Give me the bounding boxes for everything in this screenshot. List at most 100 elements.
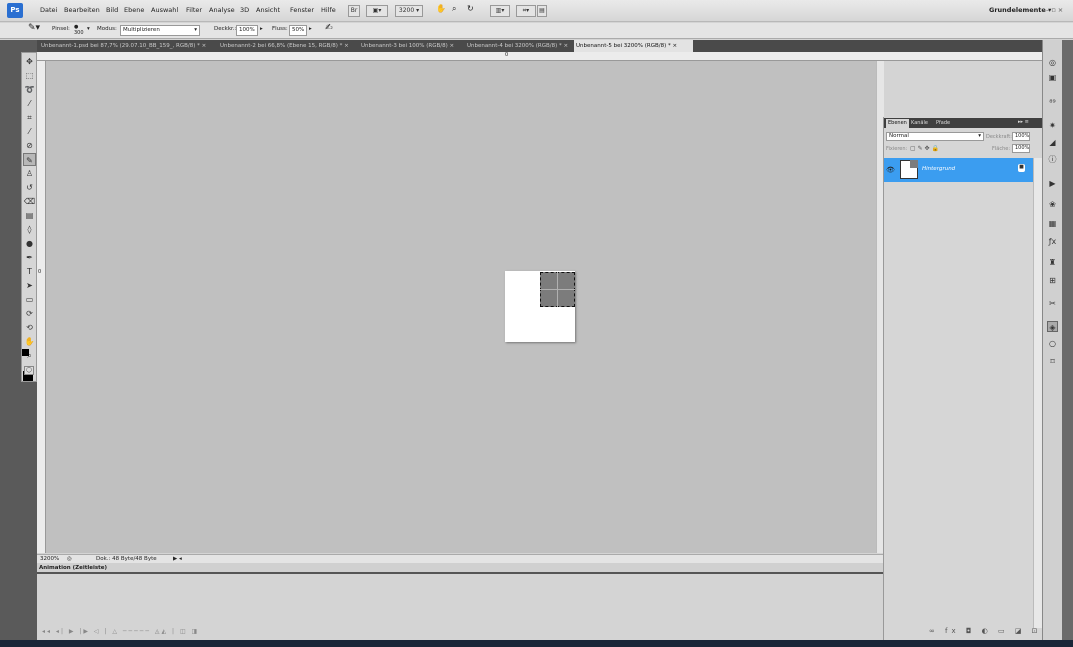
color-icon[interactable]: ❀ xyxy=(1047,199,1058,210)
extras-button[interactable]: ⌗▾ xyxy=(516,5,536,17)
tab-unbenannt-5[interactable]: Unbenannt-5 bei 3200% (RGB/8) * × xyxy=(574,40,693,52)
menu-hilfe[interactable]: Hilfe xyxy=(321,6,336,14)
brush-dropdown-icon[interactable]: ▾ xyxy=(87,26,90,32)
ruler-horizontal[interactable]: 0 xyxy=(37,52,1042,61)
tab-unbenannt-2[interactable]: Unbenannt-2 bei 66,8% (Ebene 15, RGB/8) … xyxy=(218,40,349,52)
path-selection-icon[interactable]: ➤ xyxy=(23,279,36,292)
zoom-status[interactable]: 3200% xyxy=(40,556,59,562)
dodge-tool-icon[interactable]: ● xyxy=(23,237,36,250)
canvas-area[interactable] xyxy=(46,61,884,553)
crop-tool-icon[interactable]: ⌗ xyxy=(23,111,36,124)
eye-icon[interactable]: 👁 xyxy=(886,166,895,174)
masks-icon[interactable]: ◢ xyxy=(1047,137,1058,148)
layers-scrollbar[interactable] xyxy=(1033,158,1042,628)
foreground-color-swatch[interactable] xyxy=(22,349,29,356)
rotate-view-icon[interactable]: ↻ xyxy=(467,4,474,13)
doc-size-info: Dok.: 48 Byte/48 Byte xyxy=(96,556,157,562)
ruler-vertical[interactable]: 0 xyxy=(37,61,46,553)
hand-tool-icon[interactable]: ✋ xyxy=(23,335,36,348)
marquee-tool-icon[interactable]: ⬚ xyxy=(23,69,36,82)
3d-rotate-icon[interactable]: ⟳ xyxy=(23,307,36,320)
menu-auswahl[interactable]: Auswahl xyxy=(151,6,178,14)
brush-tool-icon[interactable]: ✎ xyxy=(23,153,36,166)
arrange-documents-button[interactable]: ▥▾ xyxy=(490,5,510,17)
options-bar: ✎▾ Pinsel: ● 300 ▾ Modus: Multiplizieren ▾… xyxy=(0,23,1073,39)
quick-mask-icon[interactable]: ◯ xyxy=(24,366,34,375)
tab-unbenannt-1[interactable]: Unbenannt-1.psd bei 87,7% (29.07.10_BB_1… xyxy=(39,40,206,52)
tab-pfade[interactable]: Pfade xyxy=(934,119,952,128)
move-tool-icon[interactable]: ✥ xyxy=(23,55,36,68)
airbrush-icon[interactable]: ✍ xyxy=(325,23,333,33)
layers-icon[interactable]: ◈ xyxy=(1047,321,1058,332)
animation-controls[interactable]: ◂◂ ◂| ▶ |▶ ◁ | △ ───── ◬◭ | ◫ ◨ xyxy=(42,628,199,635)
shape-tool-icon[interactable]: ▭ xyxy=(23,293,36,306)
animation-panel-header xyxy=(37,563,884,574)
brushes-icon[interactable]: ✂ xyxy=(1047,298,1058,309)
ruler-zero-label: 0 xyxy=(38,269,42,275)
fill-field[interactable]: 100% xyxy=(1012,144,1030,153)
flow-field[interactable]: 50% xyxy=(289,25,307,36)
opacity-dropdown-icon[interactable]: ▸ xyxy=(260,26,263,32)
adjustments-icon[interactable]: ✷ xyxy=(1047,120,1058,131)
workspace-label: Grundelemente xyxy=(989,6,1046,14)
menu-analyse[interactable]: Analyse xyxy=(209,6,235,14)
healing-brush-icon[interactable]: ⊘ xyxy=(23,139,36,152)
menu-bearbeiten[interactable]: Bearbeiten xyxy=(64,6,100,14)
screen-icon[interactable]: ▤ xyxy=(537,5,547,17)
menu-filter[interactable]: Filter xyxy=(186,6,202,14)
histogram-icon[interactable]: ▣ xyxy=(1047,72,1058,83)
tab-ebenen[interactable]: Ebenen xyxy=(886,119,909,128)
eyedropper-icon[interactable]: ⁄ xyxy=(23,125,36,138)
tab-unbenannt-4[interactable]: Unbenannt-4 bei 3200% (RGB/8) * × xyxy=(465,40,568,52)
info-circle-icon[interactable]: ⓘ xyxy=(1047,154,1058,165)
tool-presets-icon[interactable]: ⊞ xyxy=(1047,275,1058,286)
3d-orbit-icon[interactable]: ⟲ xyxy=(23,321,36,334)
animation-panel-tab[interactable]: Animation (Zeitleiste) xyxy=(39,565,107,571)
blur-tool-icon[interactable]: ◊ xyxy=(23,223,36,236)
swatches-icon[interactable]: ▦ xyxy=(1047,218,1058,229)
clone-stamp-icon[interactable]: ♙ xyxy=(23,167,36,180)
menu-ebene[interactable]: Ebene xyxy=(124,6,144,14)
eraser-tool-icon[interactable]: ⌫ xyxy=(23,195,36,208)
navigator-icon[interactable]: ◎ xyxy=(1047,57,1058,68)
menu-ansicht[interactable]: Ansicht xyxy=(256,6,280,14)
layers-footer-icons[interactable]: ∞ fx ◘ ◐ ▭ ◪ ⊡ xyxy=(929,627,1042,635)
menu-datei[interactable]: Datei xyxy=(40,6,57,14)
lock-icons[interactable]: ▢ ✎ ✥ 🔒 xyxy=(910,145,939,152)
flow-dropdown-icon[interactable]: ▸ xyxy=(309,26,312,32)
paths-icon[interactable]: ⌑ xyxy=(1047,356,1058,367)
clone-source-icon[interactable]: ♜ xyxy=(1047,257,1058,268)
hand-tool-icon[interactable]: ✋ xyxy=(436,4,446,13)
info-icon[interactable]: ⁸⁹ xyxy=(1047,97,1058,108)
bridge-button[interactable]: Br xyxy=(348,5,360,17)
tab-kanaele[interactable]: Kanäle xyxy=(909,119,930,128)
screen-mode-button[interactable]: ▣▾ xyxy=(366,5,388,17)
tab-unbenannt-3[interactable]: Unbenannt-3 bei 100% (RGB/8) × xyxy=(359,40,454,52)
pen-tool-icon[interactable]: ✒ xyxy=(23,251,36,264)
type-tool-icon[interactable]: T xyxy=(23,265,36,278)
window-controls[interactable]: – ▫ × xyxy=(1046,6,1063,14)
brush-tool-icon[interactable]: ✎▾ xyxy=(28,23,40,33)
magic-wand-icon[interactable]: ⁄ xyxy=(23,97,36,110)
brush-preset-picker[interactable]: ● 300 xyxy=(74,24,84,36)
zoom-tool-icon[interactable]: ⌕ xyxy=(452,4,456,14)
opacity-field[interactable]: 100% xyxy=(236,25,258,36)
channels-icon[interactable]: ○ xyxy=(1047,338,1058,349)
menu-fenster[interactable]: Fenster xyxy=(290,6,314,14)
mode-select[interactable]: Multiplizieren ▾ xyxy=(120,25,200,36)
gradient-tool-icon[interactable]: ▤ xyxy=(23,209,36,222)
workspace-selector[interactable]: Grundelemente ▾ xyxy=(989,6,1051,14)
menu-3d[interactable]: 3D xyxy=(240,6,249,14)
styles-icon[interactable]: ƒx xyxy=(1047,236,1058,247)
layer-name[interactable]: Hintergrund xyxy=(922,166,955,172)
photoshop-logo[interactable]: Ps xyxy=(7,3,23,18)
lasso-tool-icon[interactable]: ➰ xyxy=(23,83,36,96)
blend-mode-select[interactable]: Normal ▾ xyxy=(886,132,984,141)
menu-bild[interactable]: Bild xyxy=(106,6,118,14)
status-menu-icon[interactable]: ▶ ◂ xyxy=(173,556,182,562)
layer-opacity-field[interactable]: 100% xyxy=(1012,132,1030,141)
actions-icon[interactable]: ▶ xyxy=(1047,178,1058,189)
history-brush-icon[interactable]: ↺ xyxy=(23,181,36,194)
zoom-level-select[interactable]: 3200 ▾ xyxy=(395,5,423,17)
panel-menu-icon[interactable]: ▸▸ ≡ xyxy=(1018,119,1029,125)
